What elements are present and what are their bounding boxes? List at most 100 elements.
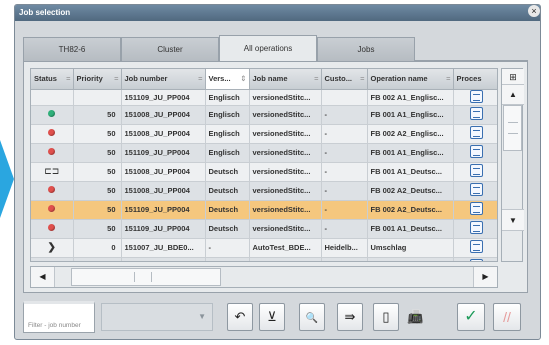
job-name-cell: AutoTest_BDE...	[249, 238, 322, 258]
column-header-job-number[interactable]: Job number =	[121, 69, 206, 90]
column-chooser-icon[interactable]: ⊞	[502, 69, 524, 85]
column-priority-label: Priority	[76, 74, 103, 84]
vertical-scrollbar[interactable]: ⊞ ▲ ▼	[501, 68, 524, 262]
column-header-priority[interactable]: Priority =	[73, 69, 122, 90]
process-cell	[453, 257, 497, 261]
undo-button[interactable]: ↶	[227, 303, 253, 331]
table-row[interactable]: 50 151008_JU_PP004 Englisch versionedStitc.…	[31, 124, 497, 144]
horizontal-scrollbar[interactable]: ◀ ▶	[30, 266, 498, 288]
fax-icon[interactable]: 📠	[407, 309, 423, 325]
job-number-cell: 151109_JU_PP004	[121, 200, 206, 220]
table-row[interactable]: 50 151109_JU_PP004 Deutsch versionedStitc..…	[31, 219, 497, 239]
filter-icon[interactable]: =	[446, 74, 450, 83]
process-cell	[453, 162, 497, 182]
status-green-icon	[48, 110, 56, 117]
table-row[interactable]: ⊏⊐ 50 151008_JU_PP004 Deutsch versionedStitc…	[31, 162, 497, 182]
table-row[interactable]: 50 151008_JU_PP004 Englisch versionedStitc.…	[31, 105, 497, 125]
operations-table-body: 151109_JU_PP004 Englisch versionedStitc...…	[31, 89, 497, 261]
job-number-cell: 151008_JU_PP004	[121, 105, 206, 125]
filter-icon[interactable]: =	[360, 74, 364, 83]
operations-grid-frame: Status = Priority = Job number = Vers... ⇕ J…	[23, 61, 528, 293]
column-header-customer[interactable]: Custo... =	[321, 69, 368, 90]
process-cell	[453, 89, 497, 106]
close-icon[interactable]: ×	[528, 5, 540, 17]
column-header-job-name[interactable]: Job name =	[249, 69, 322, 90]
tab-bar: TH82-6 Cluster All operations Jobs	[23, 35, 528, 61]
priority-cell: 0	[73, 238, 122, 258]
process-cell	[453, 105, 497, 125]
priority-cell	[73, 89, 122, 106]
table-row[interactable]: ❯ 0151007_JU_BDE0...-AutoTest_BDE...Heide…	[31, 238, 497, 258]
scroll-up-icon[interactable]: ▲	[502, 85, 524, 105]
cancel-button[interactable]: //	[493, 303, 521, 331]
status-red-icon	[48, 186, 56, 193]
table-row[interactable]: 50 151109_JU_PP004 Deutsch versionedStitc..…	[31, 200, 497, 220]
ok-button[interactable]: ✓	[457, 303, 485, 331]
sort-icon[interactable]: ⇕	[240, 74, 246, 83]
process-document-icon	[469, 183, 483, 196]
process-document-icon	[469, 145, 483, 158]
job-number-filter-input[interactable]: Filter - job number	[23, 301, 95, 333]
tab-all-operations[interactable]: All operations	[219, 35, 317, 61]
bottom-toolbar: Filter - job number ▼ ↶ ⊻ 🔍 ⇛ ▯ 📠 ✓ //	[23, 301, 533, 335]
job-name-cell: versionedStitc...	[249, 143, 322, 163]
operation-name-cell: Umschlag	[367, 238, 454, 258]
filter-placeholder: Filter - job number	[28, 322, 81, 329]
horizontal-scroll-thumb[interactable]	[71, 268, 221, 286]
customer-cell: -	[321, 124, 368, 144]
filter-icon[interactable]: =	[66, 74, 70, 83]
status-cell: ⊏⊐	[31, 162, 74, 182]
process-cell	[453, 219, 497, 239]
chevron-down-icon: ▼	[198, 312, 206, 321]
job-name-cell: versionedStitc...	[249, 89, 322, 106]
column-header-process[interactable]: Proces	[453, 69, 497, 90]
operation-name-cell: FB 002 A2_Englisc...	[367, 124, 454, 144]
tab-jobs[interactable]: Jobs	[317, 37, 415, 61]
filter-icon[interactable]: =	[198, 74, 202, 83]
table-row[interactable]: 50 151109_JU_PP004 Englisch versionedStitc.…	[31, 143, 497, 163]
scroll-right-icon[interactable]: ▶	[473, 267, 497, 287]
filter-icon[interactable]: =	[114, 74, 118, 83]
column-header-version[interactable]: Vers... ⇕	[205, 69, 250, 90]
table-row[interactable]: ❯ 0151007_JU_BDE0...-AutoTest_BDE...Heide…	[31, 257, 497, 261]
column-operation-label: Operation name	[370, 74, 428, 84]
operation-name-cell: FB 001 A1_Deutsc...	[367, 219, 454, 239]
process-cell	[453, 143, 497, 163]
forward-icon: ⇛	[344, 309, 356, 324]
forward-button[interactable]: ⇛	[337, 303, 363, 331]
tab-cluster[interactable]: Cluster	[121, 37, 219, 61]
column-header-operation-name[interactable]: Operation name =	[367, 69, 454, 90]
customer-cell: -	[321, 181, 368, 201]
preview-button[interactable]: 🔍	[299, 303, 325, 331]
operations-table-container: Status = Priority = Job number = Vers... ⇕ J…	[30, 68, 498, 262]
job-name-cell: AutoTest_BDE...	[249, 257, 322, 261]
undo-icon: ↶	[234, 309, 246, 324]
job-number-cell: 151109_JU_PP004	[121, 219, 206, 239]
filter-icon[interactable]: =	[314, 74, 318, 83]
filter-combo-select[interactable]: ▼	[101, 303, 213, 331]
side-arrow-icon	[0, 140, 14, 218]
scroll-down-icon[interactable]: ▼	[502, 209, 524, 231]
job-number-cell: 151109_JU_PP004	[121, 89, 206, 106]
column-version-label: Vers...	[208, 74, 231, 84]
status-cell	[31, 181, 74, 201]
status-red-icon	[48, 148, 56, 155]
column-header-status[interactable]: Status =	[31, 69, 74, 90]
version-cell: Englisch	[205, 143, 250, 163]
operation-name-cell: FB 002 A2_Deutsc...	[367, 181, 454, 201]
status-cell	[31, 219, 74, 239]
process-document-icon	[469, 259, 483, 261]
status-cell	[31, 200, 74, 220]
page-button[interactable]: ▯	[373, 303, 399, 331]
tab-spacer	[415, 37, 528, 61]
dropdown-button[interactable]: ⊻	[259, 303, 285, 331]
page-icon: ▯	[382, 309, 390, 324]
scroll-left-icon[interactable]: ◀	[31, 267, 55, 287]
table-row[interactable]: 151109_JU_PP004 Englisch versionedStitc...…	[31, 89, 497, 106]
table-row[interactable]: 50 151008_JU_PP004 Deutsch versionedStitc..…	[31, 181, 497, 201]
tab-th82-6[interactable]: TH82-6	[23, 37, 121, 61]
version-cell: Deutsch	[205, 219, 250, 239]
customer-cell: -	[321, 219, 368, 239]
vertical-scroll-thumb[interactable]	[503, 105, 522, 151]
job-number-cell: 151008_JU_PP004	[121, 124, 206, 144]
